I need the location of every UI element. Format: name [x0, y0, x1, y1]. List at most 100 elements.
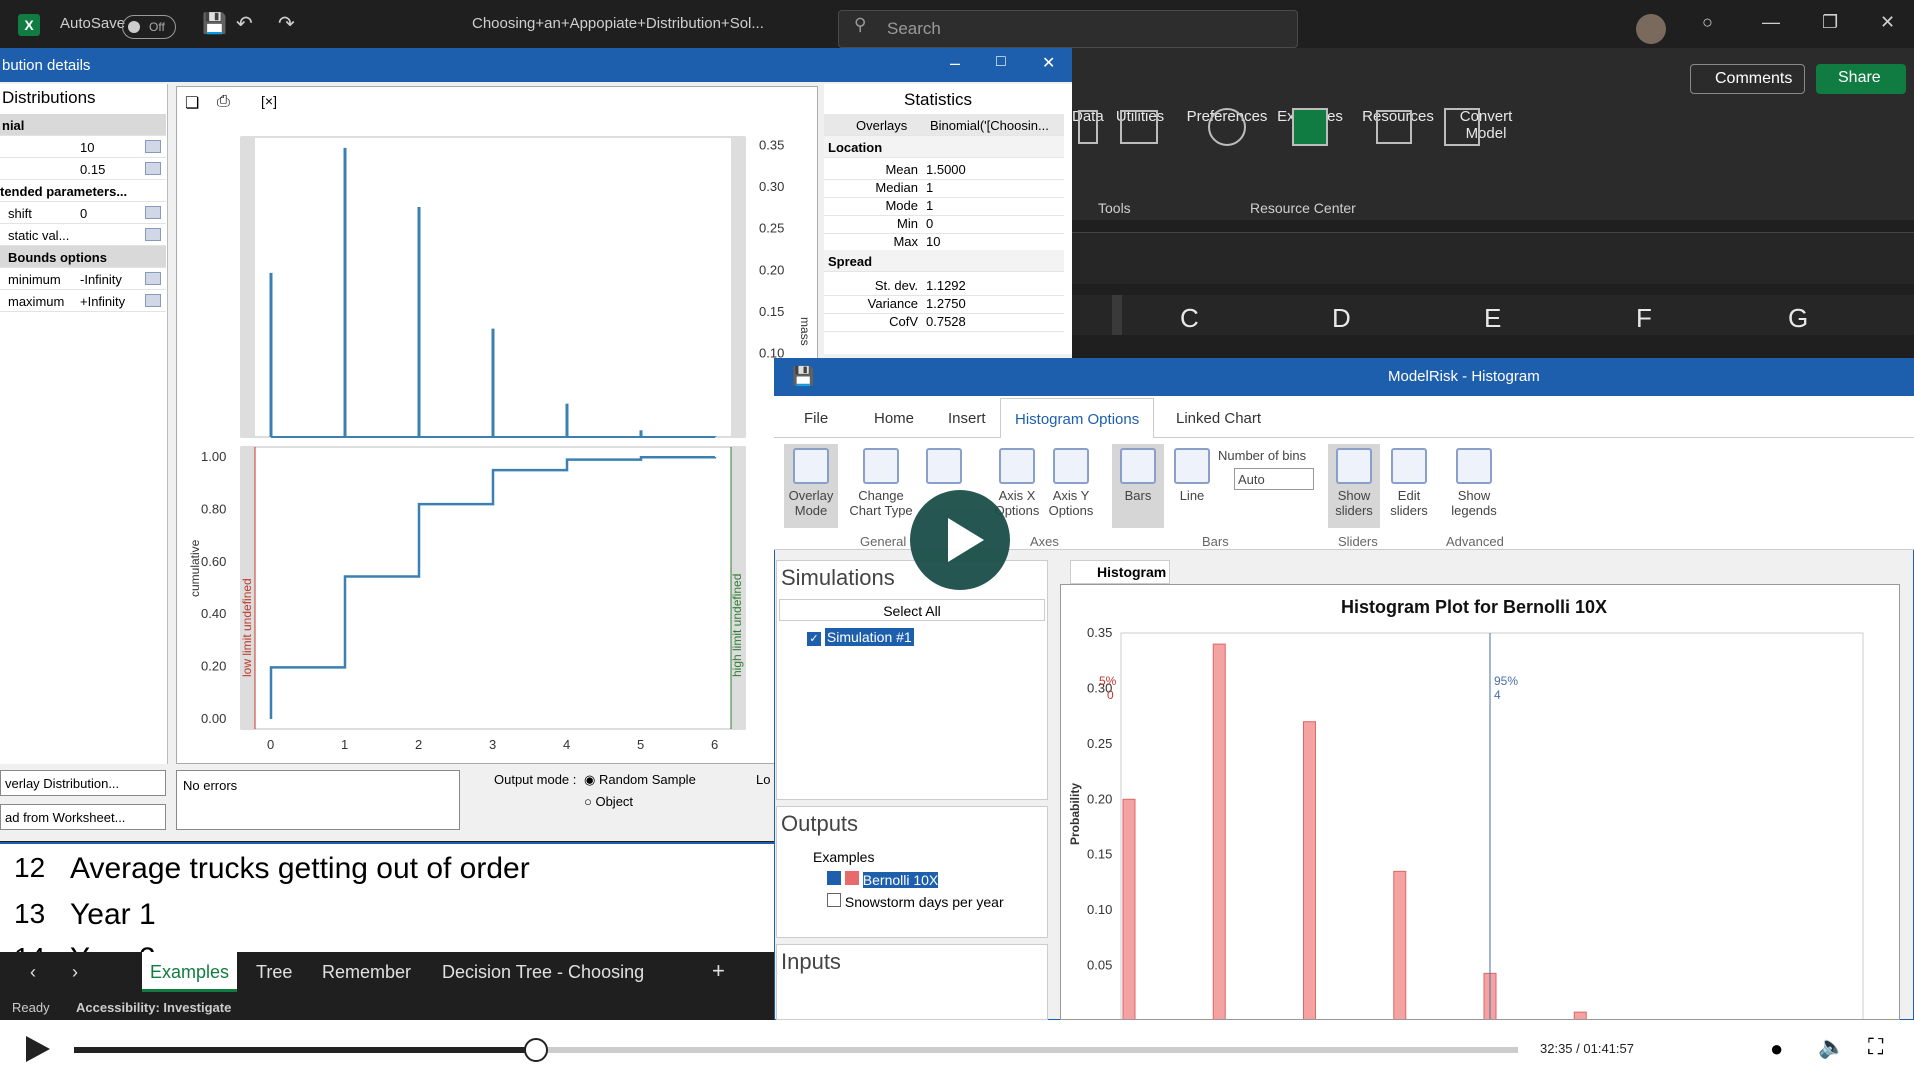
- share-button[interactable]: Share: [1816, 64, 1906, 94]
- select-all-button[interactable]: Select All: [779, 599, 1045, 621]
- param-value[interactable]: +Infinity: [80, 294, 125, 309]
- param-row[interactable]: maximum +Infinity: [0, 290, 166, 312]
- volume-icon[interactable]: 🔈: [1818, 1034, 1845, 1060]
- status-text: Ready: [12, 1000, 50, 1015]
- restore-icon[interactable]: ❐: [1822, 12, 1838, 33]
- bounds-header[interactable]: Bounds options: [0, 246, 166, 268]
- button-label: Line: [1179, 488, 1205, 503]
- save-icon[interactable]: 💾: [202, 11, 227, 36]
- edit-sliders-button[interactable]: Edit sliders: [1384, 448, 1434, 518]
- tab-histogram-options[interactable]: Histogram Options: [1000, 398, 1155, 438]
- bars-button[interactable]: Bars: [1112, 444, 1164, 528]
- cell-text[interactable]: Average trucks getting out of order: [70, 852, 530, 886]
- param-row[interactable]: minimum -Infinity: [0, 268, 166, 290]
- comments-button[interactable]: Comments: [1690, 64, 1805, 94]
- param-value[interactable]: 0.15: [80, 162, 105, 177]
- column-header-c[interactable]: C: [1180, 303, 1199, 334]
- histogram-tab[interactable]: Histogram: [1070, 560, 1170, 584]
- overlay-mode-button[interactable]: Overlay Mode: [784, 444, 838, 528]
- add-sheet-icon[interactable]: +: [712, 958, 725, 984]
- change-chart-type-button[interactable]: Change Chart Type: [844, 448, 918, 518]
- errors-box[interactable]: No errors: [176, 770, 460, 830]
- copy-icon[interactable]: ❏: [185, 93, 199, 113]
- tab-insert[interactable]: Insert: [948, 410, 986, 427]
- line-icon: [1174, 448, 1210, 484]
- dist-name: nial: [2, 118, 25, 133]
- fit-icon[interactable]: [×]: [261, 93, 277, 109]
- tab-home[interactable]: Home: [874, 410, 914, 427]
- column-header-e[interactable]: E: [1484, 303, 1501, 334]
- tab-linked-chart[interactable]: Linked Chart: [1176, 410, 1261, 427]
- outputs-root[interactable]: Examples: [813, 849, 874, 865]
- param-value[interactable]: 0: [80, 206, 87, 221]
- avatar[interactable]: [1636, 14, 1666, 44]
- sheet-tab-decision[interactable]: Decision Tree - Choosing: [442, 962, 644, 983]
- stat-value: 0: [926, 216, 934, 231]
- param-row[interactable]: shift 0: [0, 202, 166, 224]
- print-icon[interactable]: ⎙: [217, 93, 230, 111]
- redo-icon[interactable]: ↷: [278, 11, 295, 36]
- close-icon[interactable]: ✕: [1880, 12, 1895, 33]
- next-sheet-icon[interactable]: ›: [72, 962, 78, 983]
- lightbulb-icon[interactable]: ○: [1702, 12, 1713, 33]
- link-icon[interactable]: [145, 294, 161, 307]
- autosave-toggle[interactable]: Off: [122, 15, 176, 39]
- param-row[interactable]: 10: [0, 136, 166, 158]
- hist-y-tick: 0.25: [1087, 736, 1112, 751]
- button-label: Change Chart Type: [849, 488, 913, 518]
- minimize-icon[interactable]: —: [1762, 12, 1780, 33]
- hist-y-tick: 0.35: [1087, 625, 1112, 640]
- link-icon[interactable]: [145, 228, 161, 241]
- column-header-f[interactable]: F: [1636, 303, 1652, 334]
- speed-icon[interactable]: ●: [1770, 1036, 1783, 1062]
- progress-handle[interactable]: [524, 1038, 549, 1062]
- show-sliders-button[interactable]: Show sliders: [1328, 444, 1380, 528]
- search-input[interactable]: Search: [838, 10, 1298, 48]
- line-button[interactable]: Line: [1170, 448, 1214, 503]
- ext-header[interactable]: tended parameters...: [0, 180, 166, 202]
- prev-sheet-icon[interactable]: ‹: [30, 962, 36, 983]
- autosave-label: AutoSave: [60, 15, 126, 32]
- minimize-icon[interactable]: –: [950, 53, 960, 74]
- progress-track[interactable]: [74, 1047, 1518, 1053]
- cell-text[interactable]: Year 1: [70, 898, 156, 932]
- sim-item[interactable]: ✓ Simulation #1: [807, 628, 914, 646]
- random-sample-radio[interactable]: ◉ Random Sample: [584, 772, 696, 788]
- group-bars: Bars: [1202, 534, 1229, 549]
- sheet-tab-remember[interactable]: Remember: [322, 962, 411, 983]
- tab-file[interactable]: File: [804, 410, 828, 427]
- output-item[interactable]: Snowstorm days per year: [827, 893, 1004, 910]
- document-title[interactable]: Choosing+an+Appopiate+Distribution+Sol..…: [472, 15, 802, 32]
- link-icon[interactable]: [145, 272, 161, 285]
- undo-icon[interactable]: ↶: [236, 11, 253, 36]
- sheet-tab-tree[interactable]: Tree: [256, 962, 292, 983]
- fullscreen-icon[interactable]: ⛶: [1868, 1034, 1883, 1060]
- output-item[interactable]: Bernolli 10X: [827, 871, 939, 888]
- param-row[interactable]: static val...: [0, 224, 166, 246]
- nbins-select[interactable]: Auto: [1234, 468, 1314, 490]
- load-worksheet-button[interactable]: ad from Worksheet...: [0, 804, 166, 830]
- param-row[interactable]: 0.15: [0, 158, 166, 180]
- sheet-tab-examples[interactable]: Examples: [142, 952, 238, 992]
- list-button[interactable]: [924, 448, 964, 488]
- formula-bar[interactable]: [1072, 232, 1914, 284]
- param-value[interactable]: -Infinity: [80, 272, 122, 287]
- link-icon[interactable]: [145, 162, 161, 175]
- axis-y-button[interactable]: Axis Y Options: [1046, 448, 1096, 518]
- link-icon[interactable]: [145, 206, 161, 219]
- play-overlay-button[interactable]: [910, 490, 1010, 590]
- cdf-y-tick: 0.00: [201, 711, 226, 726]
- maximize-icon[interactable]: □: [996, 53, 1006, 71]
- accessibility-status[interactable]: Accessibility: Investigate: [76, 1000, 231, 1015]
- column-header-d[interactable]: D: [1332, 303, 1351, 334]
- overlay-distribution-button[interactable]: verlay Distribution...: [0, 770, 166, 796]
- param-value[interactable]: 10: [80, 140, 94, 155]
- show-legends-button[interactable]: Show legends: [1444, 448, 1504, 518]
- close-icon[interactable]: ✕: [1042, 53, 1055, 73]
- status-bar: Ready Accessibility: Investigate: [0, 996, 774, 1020]
- save-icon[interactable]: 💾: [792, 366, 814, 387]
- link-icon[interactable]: [145, 140, 161, 153]
- column-header-g[interactable]: G: [1788, 303, 1808, 334]
- object-radio[interactable]: ○ Object: [584, 794, 633, 809]
- play-icon[interactable]: [22, 1034, 52, 1064]
